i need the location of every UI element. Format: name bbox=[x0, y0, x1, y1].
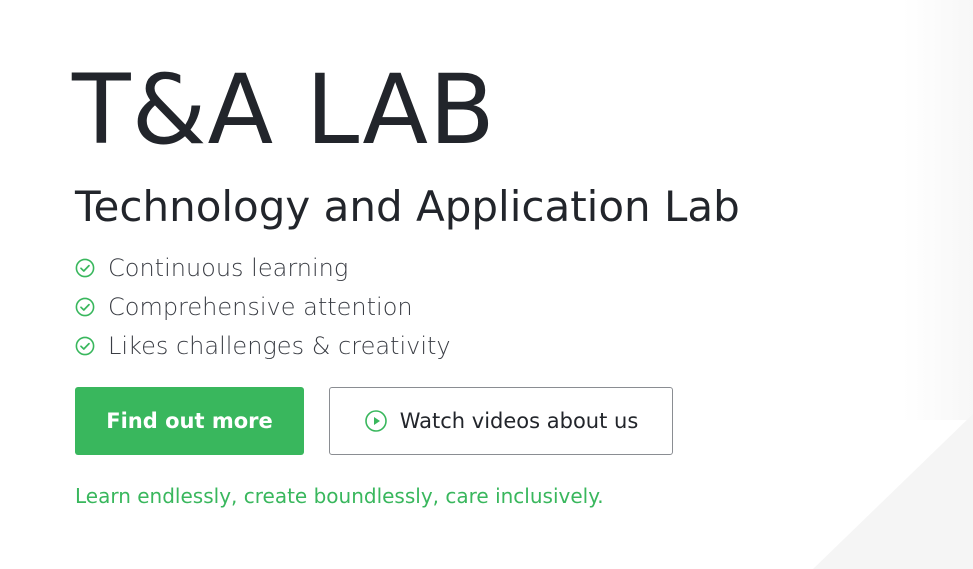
watch-videos-button[interactable]: Watch videos about us bbox=[329, 387, 673, 455]
check-circle-icon bbox=[75, 297, 95, 316]
check-circle-icon bbox=[75, 336, 95, 355]
feature-label: Likes challenges & creativity bbox=[108, 331, 451, 360]
background-corner-shape bbox=[813, 414, 973, 569]
feature-list: Continuous learning Comprehensive attent… bbox=[75, 248, 451, 365]
feature-label: Continuous learning bbox=[108, 253, 349, 282]
find-out-more-label: Find out more bbox=[106, 409, 273, 433]
feature-label: Comprehensive attention bbox=[108, 292, 413, 321]
feature-item: Likes challenges & creativity bbox=[75, 326, 451, 365]
play-circle-icon bbox=[364, 410, 387, 432]
find-out-more-button[interactable]: Find out more bbox=[75, 387, 304, 455]
feature-item: Comprehensive attention bbox=[75, 287, 451, 326]
brand-subtitle: Technology and Application Lab bbox=[75, 182, 740, 231]
feature-item: Continuous learning bbox=[75, 248, 451, 287]
check-circle-icon bbox=[75, 258, 95, 277]
watch-videos-label: Watch videos about us bbox=[399, 409, 639, 433]
background-gradient bbox=[903, 0, 973, 420]
tagline: Learn endlessly, create boundlessly, car… bbox=[75, 484, 604, 508]
brand-title: T&A LAB bbox=[72, 54, 496, 166]
